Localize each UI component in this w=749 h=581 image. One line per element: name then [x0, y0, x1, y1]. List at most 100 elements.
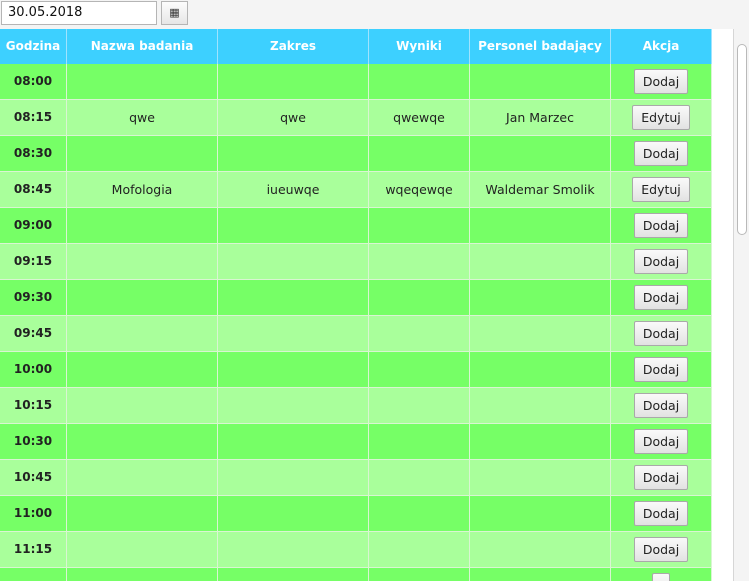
- table-row[interactable]: 10:45 Dodaj: [0, 460, 712, 496]
- cell-results: [369, 280, 470, 316]
- add-button[interactable]: Dodaj: [633, 537, 689, 562]
- add-button[interactable]: Dodaj: [633, 213, 689, 238]
- cell-results: [369, 244, 470, 280]
- vertical-scrollbar[interactable]: [733, 29, 749, 581]
- add-button[interactable]: [652, 573, 670, 581]
- column-header-personel[interactable]: Personel badający: [470, 29, 611, 64]
- cell-results: [369, 532, 470, 568]
- cell-time: 10:00: [0, 352, 67, 388]
- add-button[interactable]: Dodaj: [633, 501, 689, 526]
- table-row[interactable]: 08:45 Mofologia iueuwqe wqeqewqe Waldemar Sm…: [0, 172, 712, 208]
- cell-time: 09:15: [0, 244, 67, 280]
- cell-time: 09:00: [0, 208, 67, 244]
- cell-test-name: [67, 316, 218, 352]
- cell-staff: [470, 460, 611, 496]
- cell-test-name: [67, 568, 218, 581]
- cell-staff: [470, 280, 611, 316]
- cell-action: Edytuj: [611, 100, 712, 136]
- cell-staff: [470, 496, 611, 532]
- scrollbar-thumb[interactable]: [737, 44, 747, 235]
- cell-results: [369, 496, 470, 532]
- cell-staff: Jan Marzec: [470, 100, 611, 136]
- table-row[interactable]: [0, 568, 712, 581]
- cell-range: [218, 244, 369, 280]
- table-body: 08:00 Dodaj 08:15 qwe qwe qwewqe Jan Marzec Edy…: [0, 64, 712, 581]
- cell-time: 10:15: [0, 388, 67, 424]
- cell-test-name: [67, 424, 218, 460]
- cell-time: 11:15: [0, 532, 67, 568]
- cell-time: 08:15: [0, 100, 67, 136]
- cell-action: Dodaj: [611, 352, 712, 388]
- column-header-godzina[interactable]: Godzina: [0, 29, 67, 64]
- column-header-zakres[interactable]: Zakres: [218, 29, 369, 64]
- cell-results: [369, 352, 470, 388]
- cell-results: [369, 208, 470, 244]
- cell-action: Dodaj: [611, 388, 712, 424]
- cell-results: [369, 316, 470, 352]
- cell-test-name: Mofologia: [67, 172, 218, 208]
- cell-test-name: [67, 64, 218, 100]
- date-input[interactable]: 30.05.2018: [1, 1, 157, 25]
- cell-range: [218, 532, 369, 568]
- cell-range: [218, 208, 369, 244]
- cell-action: Edytuj: [611, 172, 712, 208]
- edit-button[interactable]: Edytuj: [632, 105, 690, 130]
- add-button[interactable]: Dodaj: [633, 357, 689, 382]
- calendar-button[interactable]: ▦: [161, 1, 188, 25]
- table-row[interactable]: 08:00 Dodaj: [0, 64, 712, 100]
- cell-staff: [470, 568, 611, 581]
- cell-action: Dodaj: [611, 280, 712, 316]
- table-row[interactable]: 11:00 Dodaj: [0, 496, 712, 532]
- add-button[interactable]: Dodaj: [633, 249, 689, 274]
- cell-time: [0, 568, 67, 581]
- schedule-table: Godzina Nazwa badania Zakres Wyniki Pers…: [0, 29, 733, 581]
- cell-action: [611, 568, 712, 581]
- cell-staff: [470, 208, 611, 244]
- cell-range: qwe: [218, 100, 369, 136]
- add-button[interactable]: Dodaj: [633, 141, 689, 166]
- cell-results: [369, 460, 470, 496]
- table-row[interactable]: 08:30 Dodaj: [0, 136, 712, 172]
- column-header-akcja[interactable]: Akcja: [611, 29, 712, 64]
- date-toolbar: 30.05.2018 ▦: [0, 0, 749, 29]
- cell-results: [369, 136, 470, 172]
- add-button[interactable]: Dodaj: [633, 285, 689, 310]
- cell-results: [369, 424, 470, 460]
- column-header-wyniki[interactable]: Wyniki: [369, 29, 470, 64]
- cell-action: Dodaj: [611, 208, 712, 244]
- cell-test-name: [67, 388, 218, 424]
- cell-time: 10:45: [0, 460, 67, 496]
- cell-test-name: qwe: [67, 100, 218, 136]
- edit-button[interactable]: Edytuj: [632, 177, 690, 202]
- cell-test-name: [67, 496, 218, 532]
- add-button[interactable]: Dodaj: [633, 429, 689, 454]
- cell-action: Dodaj: [611, 532, 712, 568]
- cell-range: [218, 136, 369, 172]
- table-row[interactable]: 09:45 Dodaj: [0, 316, 712, 352]
- add-button[interactable]: Dodaj: [633, 321, 689, 346]
- table-row[interactable]: 10:00 Dodaj: [0, 352, 712, 388]
- cell-staff: Waldemar Smolik: [470, 172, 611, 208]
- cell-test-name: [67, 280, 218, 316]
- cell-staff: [470, 352, 611, 388]
- table-row[interactable]: 09:30 Dodaj: [0, 280, 712, 316]
- column-header-nazwa-badania[interactable]: Nazwa badania: [67, 29, 218, 64]
- cell-staff: [470, 64, 611, 100]
- table-row[interactable]: 10:15 Dodaj: [0, 388, 712, 424]
- add-button[interactable]: Dodaj: [633, 69, 689, 94]
- table-row[interactable]: 09:00 Dodaj: [0, 208, 712, 244]
- add-button[interactable]: Dodaj: [633, 465, 689, 490]
- cell-range: [218, 460, 369, 496]
- table-row[interactable]: 09:15 Dodaj: [0, 244, 712, 280]
- add-button[interactable]: Dodaj: [633, 393, 689, 418]
- cell-results: [369, 568, 470, 581]
- table-row[interactable]: 08:15 qwe qwe qwewqe Jan Marzec Edytuj: [0, 100, 712, 136]
- cell-staff: [470, 136, 611, 172]
- table-row[interactable]: 11:15 Dodaj: [0, 532, 712, 568]
- cell-action: Dodaj: [611, 244, 712, 280]
- cell-range: [218, 388, 369, 424]
- table-row[interactable]: 10:30 Dodaj: [0, 424, 712, 460]
- table-header: Godzina Nazwa badania Zakres Wyniki Pers…: [0, 29, 712, 64]
- cell-test-name: [67, 532, 218, 568]
- cell-test-name: [67, 460, 218, 496]
